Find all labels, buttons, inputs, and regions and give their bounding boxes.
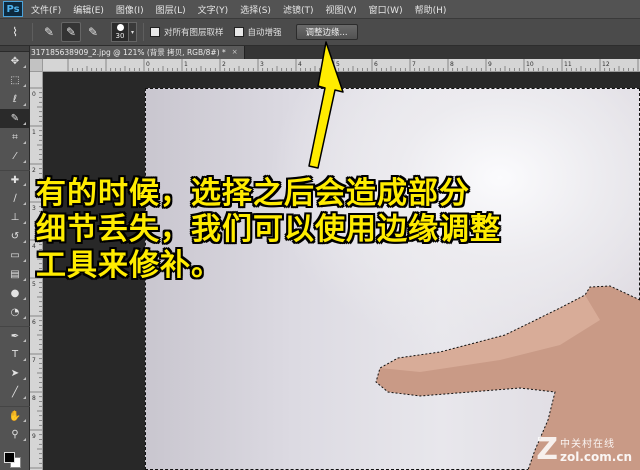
refine-edge-button[interactable]: 调整边缘... <box>295 24 358 40</box>
horizontal-ruler[interactable]: 012345678910111213 <box>30 59 640 72</box>
gradient-tool-icon[interactable]: ▤ <box>0 265 30 284</box>
quick-selection-tool-icon[interactable]: ✎ <box>0 109 30 128</box>
menu-layer[interactable]: 图层(L) <box>156 3 186 16</box>
caption-line-2: 细节丢失，我们可以使用边缘调整 <box>36 212 501 247</box>
ruler-label: 6 <box>374 61 378 68</box>
spot-healing-tool-icon[interactable]: ✚ <box>0 170 30 189</box>
photoshop-logo-icon: Ps <box>3 1 23 17</box>
ruler-label: 2 <box>222 61 226 68</box>
auto-enhance-label: 自动增强 <box>247 28 282 38</box>
tools-panel: ✥ ⬚ ℓ ✎ ⌗ ⁄ ✚ ∕ ⊥ ↺ ▭ ▤ ● ◔ ✒ T ➤ ╱ ✋ ⚲ <box>0 46 30 470</box>
ruler-label: 1 <box>32 129 36 136</box>
menu-edit[interactable]: 编辑(E) <box>73 3 104 16</box>
ruler-label: 7 <box>412 61 416 68</box>
ruler-label: 8 <box>32 395 36 402</box>
ruler-label: 7 <box>32 357 36 364</box>
ruler-label: 6 <box>32 319 36 326</box>
auto-enhance-checkbox[interactable] <box>233 27 244 37</box>
line-tool-icon[interactable]: ╱ <box>0 383 30 402</box>
brush-picker-dropdown-icon[interactable]: ▾ <box>129 22 137 42</box>
divider <box>143 23 144 41</box>
eraser-tool-icon[interactable]: ▭ <box>0 246 30 265</box>
horizontal-ruler-ticks: 012345678910111213 <box>67 59 639 71</box>
zol-watermark: Z 中关村在线 zol.com.cn <box>536 432 632 467</box>
brush-size-picker[interactable]: 30 <box>111 22 129 42</box>
ruler-label: 2 <box>32 167 36 174</box>
hand-tool-icon[interactable]: ✋ <box>0 406 30 425</box>
watermark-text: 中关村在线 zol.com.cn <box>560 435 632 464</box>
move-tool-icon[interactable]: ✥ <box>0 52 30 71</box>
ruler-label: 0 <box>32 91 36 98</box>
document-tab[interactable]: 317185638909_2.jpg @ 121% (背景 拷贝, RGB/8#… <box>30 46 245 59</box>
ruler-label: 9 <box>488 61 492 68</box>
pen-tool-icon[interactable]: ✒ <box>0 326 30 345</box>
menu-file[interactable]: 文件(F) <box>31 3 61 16</box>
menu-type[interactable]: 文字(Y) <box>198 3 229 16</box>
ruler-label: 3 <box>260 61 264 68</box>
watermark-cn: 中关村在线 <box>560 439 616 450</box>
document-tab-title: 317185638909_2.jpg @ 121% (背景 拷贝, RGB/8#… <box>31 48 226 57</box>
menu-window[interactable]: 窗口(W) <box>369 3 403 16</box>
menu-bar: Ps 文件(F) 编辑(E) 图像(I) 图层(L) 文字(Y) 选择(S) 滤… <box>0 0 640 19</box>
menu-select[interactable]: 选择(S) <box>240 3 271 16</box>
menu-image[interactable]: 图像(I) <box>116 3 144 16</box>
color-swatches[interactable] <box>4 452 24 468</box>
close-icon[interactable]: × <box>232 46 238 59</box>
caption-line-3: 工具来修补。 <box>36 248 222 283</box>
menu-view[interactable]: 视图(V) <box>325 3 356 16</box>
brush-tool-icon[interactable]: ∕ <box>0 189 30 208</box>
caption-line-1: 有的时候，选择之后会造成部分 <box>36 176 470 211</box>
menu-filter[interactable]: 滤镜(T) <box>283 3 314 16</box>
subtract-from-selection-brush-icon[interactable]: ✎ <box>83 22 103 42</box>
clone-stamp-tool-icon[interactable]: ⊥ <box>0 208 30 227</box>
sample-all-layers-checkbox[interactable] <box>150 27 160 37</box>
zoom-tool-icon[interactable]: ⚲ <box>0 425 30 444</box>
document-tab-bar: 317185638909_2.jpg @ 121% (背景 拷贝, RGB/8#… <box>30 46 640 59</box>
sample-all-layers-label: 对所有图层取样 <box>164 28 224 38</box>
type-tool-icon[interactable]: T <box>0 345 30 364</box>
ruler-label: 9 <box>32 433 36 440</box>
foreground-color-swatch[interactable] <box>4 452 15 463</box>
divider <box>32 23 33 41</box>
ruler-label: 1 <box>184 61 188 68</box>
history-brush-tool-icon[interactable]: ↺ <box>0 227 30 246</box>
options-bar: ⌇ ✎ ✎ ✎ 30 ▾ 对所有图层取样 自动增强 调整边缘... <box>0 19 640 46</box>
marquee-tool-icon[interactable]: ⬚ <box>0 71 30 90</box>
ruler-label: 10 <box>526 61 534 68</box>
crop-tool-icon[interactable]: ⌗ <box>0 128 30 147</box>
ruler-label: 0 <box>146 61 150 68</box>
brush-tip-icon <box>116 24 124 31</box>
add-to-selection-brush-icon[interactable]: ✎ <box>61 22 81 42</box>
path-selection-tool-icon[interactable]: ➤ <box>0 364 30 383</box>
blur-tool-icon[interactable]: ● <box>0 284 30 303</box>
menu-help[interactable]: 帮助(H) <box>415 3 447 16</box>
new-selection-brush-icon[interactable]: ✎ <box>39 22 59 42</box>
ruler-label: 4 <box>298 61 302 68</box>
eyedropper-tool-icon[interactable]: ⁄ <box>0 147 30 166</box>
ruler-label: 11 <box>564 61 572 68</box>
watermark-url: zol.com.cn <box>560 450 632 464</box>
ruler-origin[interactable] <box>30 59 43 72</box>
ruler-label: 5 <box>336 61 340 68</box>
dodge-tool-icon[interactable]: ◔ <box>0 303 30 322</box>
brush-size-value: 30 <box>115 32 125 40</box>
lasso-tool-icon[interactable]: ℓ <box>0 90 30 109</box>
ruler-label: 12 <box>602 61 610 68</box>
ruler-label: 8 <box>450 61 454 68</box>
tutorial-caption: 有的时候，选择之后会造成部分 细节丢失，我们可以使用边缘调整 工具来修补。 <box>36 176 636 284</box>
quick-selection-preset-icon[interactable]: ⌇ <box>4 22 26 42</box>
zol-logo-icon: Z <box>536 432 559 467</box>
